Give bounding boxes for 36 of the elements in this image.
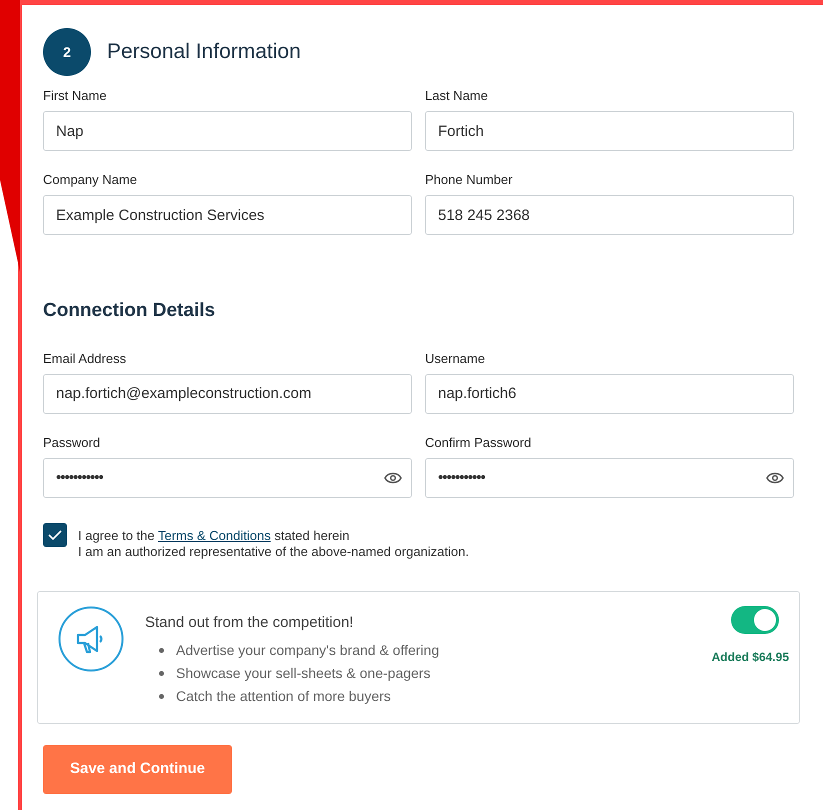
input-field[interactable]: 518 245 2368 [425, 195, 794, 235]
section-heading: Connection Details [43, 299, 216, 323]
agreement-text: I am an authorized representative of the above-named organization. [78, 544, 469, 560]
input-field[interactable]: Example Construction Services [43, 195, 412, 235]
bullet-icon [159, 648, 164, 653]
bullet-icon [159, 694, 164, 699]
field-label: Email Address [43, 352, 128, 366]
input-field[interactable]: Fortich [425, 111, 794, 151]
input-field[interactable]: Nap [43, 111, 412, 151]
bullet-text: Catch the attention of more buyers [176, 687, 391, 706]
field-label: Confirm Password [425, 436, 532, 450]
price-note: Added $64.95 [712, 648, 789, 666]
terms-link[interactable]: Terms & Conditions [158, 528, 271, 542]
input-field[interactable]: nap.fortich6 [425, 374, 794, 414]
field-label: First Name [43, 89, 108, 103]
field-label: Username [425, 352, 486, 366]
checkbox[interactable] [43, 522, 67, 546]
promo-title: Stand out from the competition! [145, 612, 354, 632]
bullet-text: Advertise your company's brand & offering [176, 641, 440, 660]
input-field[interactable]: ••••••••••• [43, 458, 412, 498]
input-field[interactable]: ••••••••••• [425, 458, 794, 498]
check-icon [48, 530, 62, 540]
field-label: Password [43, 436, 102, 450]
eye-icon[interactable] [384, 470, 402, 484]
eye-icon[interactable] [766, 470, 784, 484]
agreement-text: I agree to the Terms & Conditions stated herein [78, 528, 350, 544]
bullet-text: Showcase your sell-sheets & one-pagers [176, 664, 430, 683]
bullet-icon [159, 671, 164, 676]
toggle-switch[interactable] [731, 606, 779, 634]
step-number: 2 [43, 28, 91, 76]
megaphone-icon [58, 606, 124, 672]
field-label: Last Name [425, 89, 489, 103]
section-title: Personal Information [107, 39, 301, 66]
input-field[interactable]: nap.fortich@exampleconstruction.com [43, 374, 412, 414]
field-label: Company Name [43, 173, 138, 187]
field-label: Phone Number [425, 173, 514, 187]
